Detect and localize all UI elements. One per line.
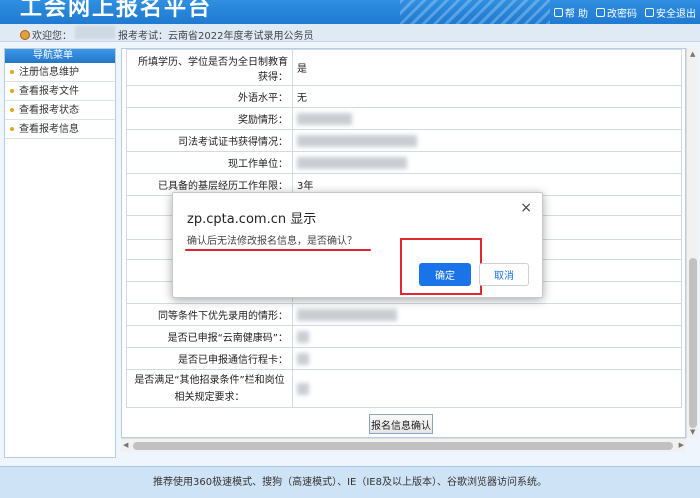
confirm-dialog: zp.cpta.com.cn 显示 × 确认后无法修改报名信息，是否确认？ 确定…: [172, 192, 543, 298]
nav-menu-header: 导航菜单: [5, 49, 115, 63]
redacted-value: [297, 330, 309, 343]
username-redacted: [75, 26, 115, 39]
scroll-right-arrow-icon[interactable]: ▶: [679, 441, 684, 449]
field-label: 是否已申报“云南健康码”：: [126, 325, 293, 348]
cancel-button[interactable]: 取消: [479, 263, 529, 286]
field-label: 现工作单位：: [126, 151, 293, 174]
ok-button[interactable]: 确定: [419, 263, 471, 286]
site-title: 工会网上报名平台: [20, 0, 213, 21]
field-label: 所填学历、学位是否为全日制教育获得：: [126, 49, 293, 86]
horizontal-scrollbar[interactable]: ◀ ▶: [121, 438, 686, 452]
scroll-down-arrow-icon[interactable]: ▼: [690, 428, 695, 436]
close-icon[interactable]: ×: [520, 200, 532, 216]
footer: 推荐使用360极速模式、搜狗（高速模式）、IE（IE8及以上版本）、谷歌浏览器访…: [0, 466, 700, 498]
field-label: 是否已申报通信行程卡：: [126, 347, 293, 370]
logout-link[interactable]: 安全退出: [645, 5, 696, 20]
redacted-value: [297, 156, 407, 169]
horizontal-scroll-thumb[interactable]: [133, 442, 673, 450]
field-label: 是否满足“其他招录条件”栏和岗位相关规定要求：: [126, 369, 293, 408]
bullet-icon: [10, 89, 14, 93]
redacted-value: [297, 112, 352, 125]
redacted-value: [297, 382, 309, 395]
bullet-icon: [10, 70, 14, 74]
welcome-text: 欢迎您：: [20, 27, 72, 42]
sidebar-item-exam-info[interactable]: 查看报考信息: [5, 120, 115, 139]
sidebar-nav: 导航菜单 注册信息维护 查看报考文件 查看报考状态 查看报考信息: [4, 48, 116, 458]
table-row: 现工作单位：: [126, 151, 682, 174]
field-label: 奖励情形：: [126, 107, 293, 130]
table-row: 是否已申报“云南健康码”：: [126, 325, 682, 348]
red-underline-annotation: [185, 249, 371, 251]
field-value-redacted: [292, 129, 682, 152]
field-value-redacted: [292, 369, 682, 408]
top-links: 帮 助 改密码 安全退出: [553, 5, 696, 20]
header-banner: 工会网上报名平台 帮 助 改密码 安全退出: [0, 0, 700, 24]
bullet-icon: [10, 108, 14, 112]
field-value-redacted: [292, 107, 682, 130]
bullet-icon: [10, 127, 14, 131]
table-row: 司法考试证书获得情况：: [126, 129, 682, 152]
table-row: 所填学历、学位是否为全日制教育获得： 是: [126, 49, 682, 86]
confirm-registration-button[interactable]: 报名信息确认: [369, 414, 433, 434]
exam-name: 报考考试：云南省2022年度考试录用公务员: [118, 31, 314, 42]
field-value-redacted: [292, 303, 682, 326]
field-value: 无: [292, 85, 682, 108]
dialog-message: 确认后无法修改报名信息，是否确认？: [187, 236, 357, 247]
key-icon: [596, 8, 605, 17]
change-password-link[interactable]: 改密码: [596, 5, 637, 20]
vertical-scrollbar[interactable]: ▲ ▼: [686, 48, 698, 438]
table-row: 同等条件下优先录用的情形：: [126, 303, 682, 326]
table-row: 是否满足“其他招录条件”栏和岗位相关规定要求：: [126, 369, 682, 408]
sidebar-item-exam-documents[interactable]: 查看报考文件: [5, 82, 115, 101]
info-bar: 欢迎您： 报考考试：云南省2022年度考试录用公务员: [0, 24, 700, 42]
field-label: 外语水平：: [126, 85, 293, 108]
scroll-left-arrow-icon[interactable]: ◀: [123, 441, 128, 449]
field-value-redacted: [292, 347, 682, 370]
redacted-value: [297, 134, 417, 147]
sidebar-item-registration-info[interactable]: 注册信息维护: [5, 63, 115, 82]
help-icon: [553, 8, 563, 17]
field-value: 是: [292, 49, 682, 86]
sidebar-item-exam-status[interactable]: 查看报考状态: [5, 101, 115, 120]
table-row: 是否已申报通信行程卡：: [126, 347, 682, 370]
field-label: 同等条件下优先录用的情形：: [126, 303, 293, 326]
field-value-redacted: [292, 151, 682, 174]
header-decoration: [400, 0, 550, 24]
redacted-value: [297, 308, 397, 321]
exit-icon: [645, 8, 654, 17]
field-value-redacted: [292, 325, 682, 348]
table-row: 外语水平： 无: [126, 85, 682, 108]
vertical-scroll-thumb[interactable]: [689, 258, 697, 428]
dialog-title: zp.cpta.com.cn 显示: [187, 212, 317, 227]
help-link[interactable]: 帮 助: [553, 5, 588, 20]
redacted-value: [297, 352, 309, 365]
table-row: 奖励情形：: [126, 107, 682, 130]
user-icon: [20, 29, 30, 40]
field-label: 司法考试证书获得情况：: [126, 129, 293, 152]
scroll-up-arrow-icon[interactable]: ▲: [690, 50, 695, 58]
